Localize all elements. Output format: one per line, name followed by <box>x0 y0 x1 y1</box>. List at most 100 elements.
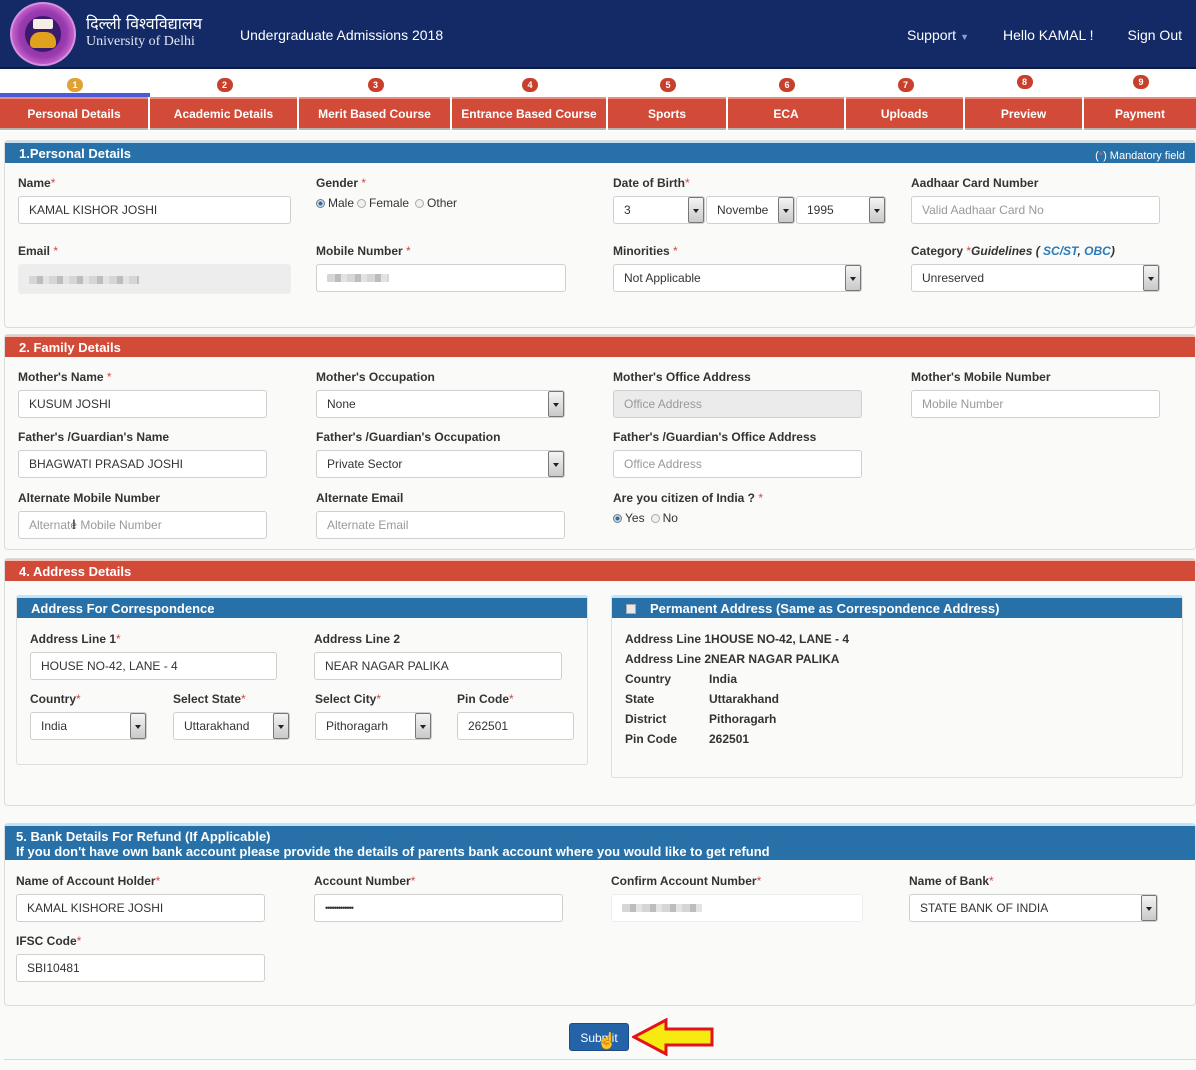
step-number-badge: 1 <box>67 78 83 92</box>
perm-country: Country India <box>625 672 738 686</box>
father-office-label: Father's /Guardian's Office Address <box>613 430 817 444</box>
tab-personal-details[interactable]: Personal Details <box>0 97 148 130</box>
mobile-input[interactable] <box>316 264 566 292</box>
bank-subtitle: If you don't have own bank account pleas… <box>16 844 770 859</box>
category-label: Category *Guidelines ( SC/ST, OBC) <box>911 244 1115 258</box>
step-eca[interactable]: 6 ECA <box>728 71 846 131</box>
tab-payment[interactable]: Payment <box>1084 97 1196 130</box>
dob-day-select[interactable]: 3 <box>613 196 705 224</box>
minorities-label: Minorities * <box>613 244 678 258</box>
tab-preview[interactable]: Preview <box>965 97 1082 130</box>
state-field: Select State* Uttarakhand <box>173 692 290 740</box>
father-name-input[interactable]: BHAGWATI PRASAD JOSHI <box>18 450 267 478</box>
confirm-account-input[interactable] <box>611 894 863 922</box>
perm-pin: Pin Code 262501 <box>625 732 750 746</box>
hand-cursor-icon: ☝ <box>597 1033 617 1050</box>
guidelines-sc-st-link[interactable]: SC/ST <box>1043 244 1077 258</box>
dob-label: Date of Birth* <box>613 176 690 190</box>
family-details-panel: 2. Family Details Mother's Name * KUSUM … <box>4 334 1196 550</box>
tab-merit-based-course[interactable]: Merit Based Course <box>299 97 450 130</box>
tab-academic-details[interactable]: Academic Details <box>150 97 297 130</box>
divider <box>4 1059 1196 1060</box>
same-address-checkbox[interactable] <box>626 603 636 614</box>
holder-input[interactable]: KAMAL KISHORE JOSHI <box>16 894 265 922</box>
step-number-badge: 2 <box>216 78 233 92</box>
mother-mobile-label: Mother's Mobile Number <box>911 370 1051 384</box>
step-academic-details[interactable]: 2 Academic Details <box>150 71 299 131</box>
caret-down-icon: ▼ <box>960 32 969 42</box>
alt-email-input[interactable]: Alternate Email <box>316 511 565 539</box>
account-number-field: Account Number* ••••••••••••• <box>314 874 563 922</box>
aadhaar-field: Aadhaar Card Number Valid Aadhaar Card N… <box>911 176 1160 224</box>
support-menu[interactable]: Support ▼ <box>907 27 969 43</box>
mother-occupation-select[interactable]: None <box>316 390 565 418</box>
gender-other-radio[interactable] <box>415 198 425 208</box>
father-office-input[interactable]: Office Address <box>613 450 862 478</box>
minorities-select[interactable]: Not Applicable <box>613 264 862 292</box>
email-label: Email * <box>18 244 59 258</box>
tab-entrance-based-course[interactable]: Entrance Based Course <box>452 97 606 130</box>
step-uploads[interactable]: 7 Uploads <box>846 71 965 131</box>
pin-input[interactable]: 262501 <box>457 712 574 740</box>
dob-field: Date of Birth* 3 Novembe 1995 <box>613 176 888 224</box>
step-merit-based-course[interactable]: 3 Merit Based Course <box>299 71 452 131</box>
country-select[interactable]: India <box>30 712 147 740</box>
tab-eca[interactable]: ECA <box>728 97 844 130</box>
chevron-down-icon <box>845 265 861 291</box>
text-cursor-icon: I <box>72 516 76 532</box>
personal-details-header: 1.Personal Details (*) Mandatory field <box>5 141 1195 163</box>
address-line1-input[interactable]: HOUSE NO-42, LANE - 4 <box>30 652 277 680</box>
category-field: Category *Guidelines ( SC/ST, OBC) Unres… <box>911 244 1160 292</box>
sign-out-link[interactable]: Sign Out <box>1128 27 1182 43</box>
address-details-header: 4. Address Details <box>5 559 1195 581</box>
step-entrance-based-course[interactable]: 4 Entrance Based Course <box>452 71 608 131</box>
step-number-badge: 3 <box>367 78 384 92</box>
citizen-no-label: No <box>662 511 678 525</box>
mother-office-input[interactable]: Office Address <box>613 390 862 418</box>
mother-name-label: Mother's Name * <box>18 370 112 384</box>
step-sports[interactable]: 5 Sports <box>608 71 728 131</box>
guidelines-obc-link[interactable]: OBC <box>1084 244 1111 258</box>
city-select[interactable]: Pithoragarh <box>315 712 432 740</box>
alt-mobile-input[interactable]: Alternate Mobile Number <box>18 511 267 539</box>
category-select[interactable]: Unreserved <box>911 264 1160 292</box>
step-payment[interactable]: 9 Payment <box>1084 71 1196 131</box>
dob-month-select[interactable]: Novembe <box>706 196 795 224</box>
tab-uploads[interactable]: Uploads <box>846 97 963 130</box>
tab-sports[interactable]: Sports <box>608 97 726 130</box>
perm-district: District Pithoragarh <box>625 712 777 726</box>
app-title: Undergraduate Admissions 2018 <box>240 27 444 43</box>
aadhaar-input[interactable]: Valid Aadhaar Card No <box>911 196 1160 224</box>
bank-name-label: Name of Bank* <box>909 874 994 888</box>
permanent-header: Permanent Address (Same as Correspondenc… <box>612 596 1182 618</box>
email-field: Email * <box>18 244 291 294</box>
ifsc-input[interactable]: SBI10481 <box>16 954 265 982</box>
gender-male-radio[interactable] <box>316 198 325 208</box>
name-field: Name* KAMAL KISHOR JOSHI <box>18 176 291 224</box>
step-preview[interactable]: 8 Preview <box>965 71 1084 131</box>
mother-name-field: Mother's Name * KUSUM JOSHI <box>18 370 267 418</box>
citizen-no-radio[interactable] <box>650 513 660 523</box>
address-line1-label: Address Line 1* <box>30 632 121 646</box>
email-input[interactable] <box>18 264 291 294</box>
mother-name-input[interactable]: KUSUM JOSHI <box>18 390 267 418</box>
address-line2-input[interactable]: NEAR NAGAR PALIKA <box>314 652 562 680</box>
annotation-arrow-icon <box>632 1018 714 1056</box>
citizen-label: Are you citizen of India ? * <box>613 491 764 505</box>
chevron-down-icon <box>415 713 431 739</box>
step-personal-details[interactable]: 1 Personal Details <box>0 71 150 131</box>
holder-label: Name of Account Holder* <box>16 874 161 888</box>
account-number-input[interactable]: ••••••••••••• <box>314 894 563 922</box>
bank-name-select[interactable]: STATE BANK OF INDIA <box>909 894 1158 922</box>
father-occupation-select[interactable]: Private Sector <box>316 450 565 478</box>
name-input[interactable]: KAMAL KISHOR JOSHI <box>18 196 291 224</box>
state-select[interactable]: Uttarakhand <box>173 712 290 740</box>
citizen-yes-radio[interactable] <box>613 513 622 523</box>
dob-year-select[interactable]: 1995 <box>796 196 886 224</box>
mobile-label: Mobile Number * <box>316 244 411 258</box>
gender-male-label: Male <box>328 196 355 210</box>
mother-mobile-input[interactable]: Mobile Number <box>911 390 1160 418</box>
gender-female-radio[interactable] <box>357 198 367 208</box>
state-label: Select State* <box>173 692 246 706</box>
alt-mobile-label: Alternate Mobile Number <box>18 491 161 505</box>
